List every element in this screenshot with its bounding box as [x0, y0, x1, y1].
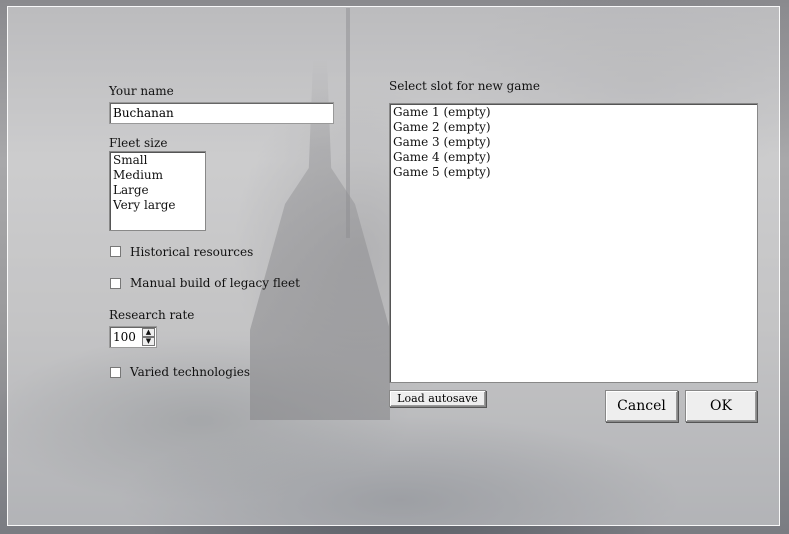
fleet-size-option[interactable]: Medium	[113, 168, 202, 183]
fleet-size-option[interactable]: Very large	[113, 198, 202, 213]
ok-button[interactable]: OK	[685, 390, 757, 422]
game-slot-item[interactable]: Game 5 (empty)	[393, 165, 754, 180]
manual-build-label: Manual build of legacy fleet	[130, 276, 300, 290]
research-rate-spinner: ▲ ▼	[109, 326, 157, 348]
load-autosave-button[interactable]: Load autosave	[389, 390, 486, 407]
manual-build-checkbox[interactable]	[110, 278, 121, 289]
game-slot-list[interactable]: Game 1 (empty) Game 2 (empty) Game 3 (em…	[389, 103, 758, 383]
varied-technologies-checkbox[interactable]	[110, 367, 121, 378]
game-slot-item[interactable]: Game 3 (empty)	[393, 135, 754, 150]
fleet-size-label: Fleet size	[109, 136, 168, 150]
fleet-size-option[interactable]: Large	[113, 183, 202, 198]
fleet-size-option[interactable]: Small	[113, 153, 202, 168]
game-slot-item[interactable]: Game 2 (empty)	[393, 120, 754, 135]
slot-select-label: Select slot for new game	[389, 79, 540, 93]
name-label: Your name	[109, 84, 174, 98]
varied-technologies-label: Varied technologies	[130, 365, 251, 379]
name-input[interactable]	[109, 102, 334, 124]
spin-down-arrow-icon[interactable]: ▼	[142, 337, 155, 346]
game-slot-item[interactable]: Game 1 (empty)	[393, 105, 754, 120]
historical-resources-checkbox[interactable]	[110, 246, 121, 257]
game-slot-item[interactable]: Game 4 (empty)	[393, 150, 754, 165]
historical-resources-label: Historical resources	[130, 245, 254, 259]
research-rate-label: Research rate	[109, 308, 195, 322]
cancel-button[interactable]: Cancel	[605, 390, 678, 422]
spin-up-arrow-icon[interactable]: ▲	[142, 328, 155, 337]
fleet-size-list[interactable]: Small Medium Large Very large	[109, 151, 206, 231]
